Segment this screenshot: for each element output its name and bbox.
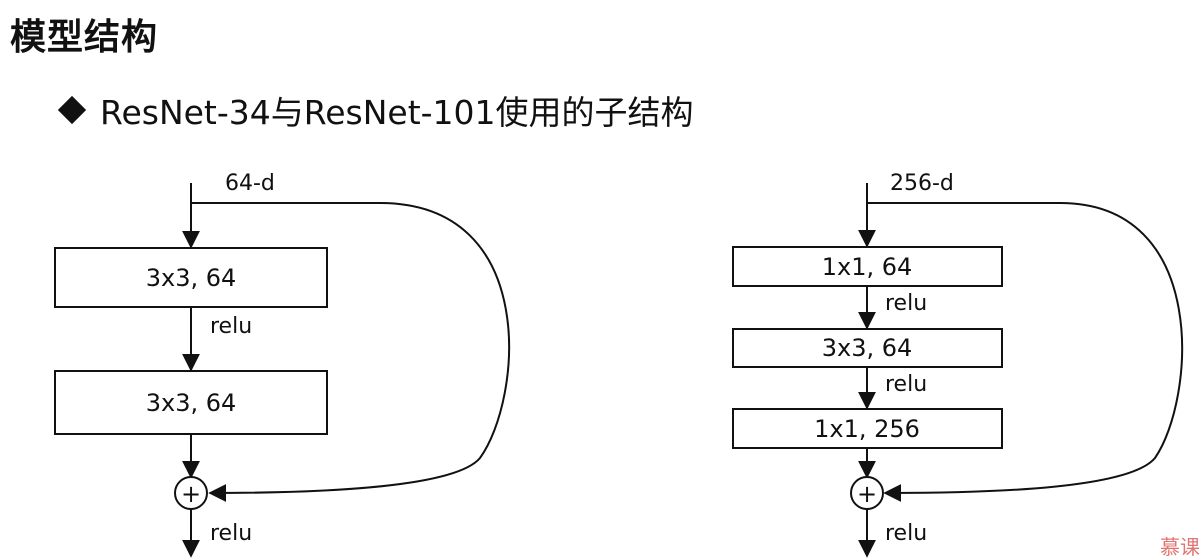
basic-layer-2-label: 3x3, 64 (146, 389, 237, 417)
bottleneck-relu-3: relu (885, 521, 927, 546)
basic-block: 64-d 3x3, 64 relu 3x3, 64 + relu (54, 171, 511, 558)
bottleneck-layer-2-label: 3x3, 64 (822, 334, 913, 362)
bottleneck-add-symbol: + (857, 480, 877, 508)
bottleneck-layer-1-label: 1x1, 64 (822, 253, 913, 281)
watermark-logo: 慕课 (1160, 535, 1200, 559)
basic-relu-2: relu (210, 521, 252, 546)
bottleneck-block: 256-d 1x1, 64 relu 3x3, 64 relu 1x1, 256… (732, 171, 1184, 558)
diagram-canvas: 64-d 3x3, 64 relu 3x3, 64 + relu 256-d 1… (54, 171, 1184, 558)
basic-relu-1: relu (210, 314, 252, 339)
basic-add-symbol: + (181, 480, 201, 508)
basic-input-label: 64-d (225, 171, 275, 196)
bottleneck-relu-2: relu (885, 372, 927, 397)
bottleneck-input-label: 256-d (890, 171, 954, 196)
basic-skip-connection (191, 202, 511, 502)
bottleneck-relu-1: relu (885, 291, 927, 316)
bottleneck-layer-3-label: 1x1, 256 (814, 415, 920, 443)
basic-layer-1-label: 3x3, 64 (146, 264, 237, 292)
